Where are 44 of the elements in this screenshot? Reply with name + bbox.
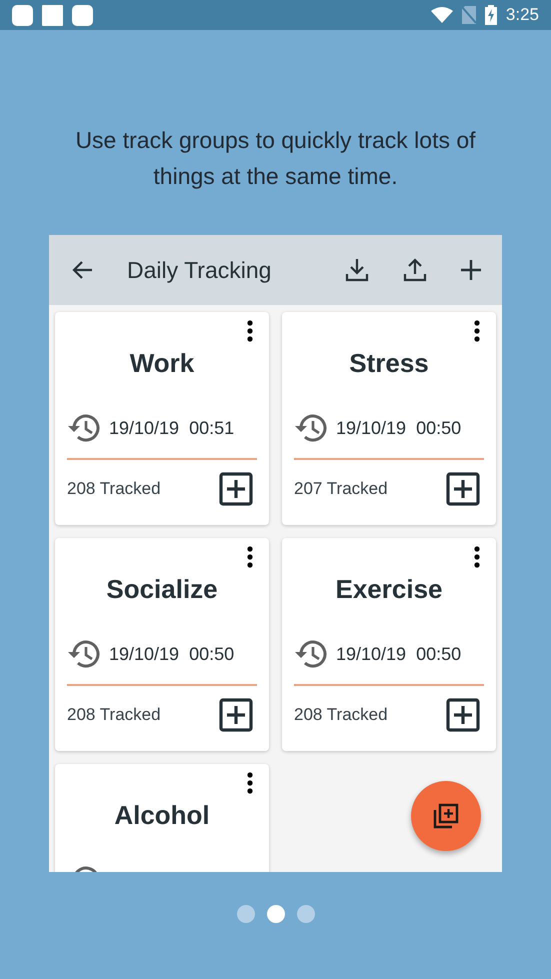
add-group-icon	[433, 803, 459, 829]
group-name: Work	[130, 348, 194, 378]
page-indicator-dot[interactable]	[296, 905, 314, 923]
tracked-count: 207 Tracked	[294, 479, 388, 499]
status-time: 3:25	[506, 5, 539, 25]
more-options-icon[interactable]	[247, 546, 253, 568]
group-card[interactable]: Work 19/10/19 00:51 208 Tracked	[55, 312, 269, 525]
tracked-count: 208 Tracked	[67, 479, 161, 499]
last-tracked-time: 19/10/19 00:51	[109, 418, 234, 438]
add-entry-icon[interactable]	[446, 472, 480, 506]
screen-title: Daily Tracking	[127, 256, 272, 284]
upload-icon[interactable]	[402, 257, 428, 283]
last-tracked-time: 19/10/19 00:50	[336, 418, 462, 438]
more-options-icon[interactable]	[474, 320, 480, 342]
add-group-button[interactable]	[411, 781, 481, 851]
group-name: Socialize	[106, 574, 218, 604]
group-card[interactable]: Stress 19/10/19 00:50 207 Tracked	[282, 312, 496, 525]
notification-icon	[42, 4, 63, 26]
caption-text: Use track groups to quickly track lots of things at the same time.	[74, 126, 477, 191]
more-options-icon[interactable]	[247, 772, 253, 794]
group-card[interactable]: Socialize 19/10/19 00:50 208 Tracked	[55, 538, 269, 751]
add-entry-icon[interactable]	[446, 698, 480, 732]
add-entry-icon[interactable]	[219, 698, 253, 732]
last-tracked-time: 19/10/19 00:50	[336, 644, 462, 664]
page-indicator-dot[interactable]	[266, 905, 284, 923]
page-indicator-dot[interactable]	[236, 905, 254, 923]
group-name: Exercise	[336, 574, 442, 604]
no-sim-icon	[462, 6, 476, 24]
notification-icon	[12, 4, 33, 26]
group-card[interactable]: Alcohol	[55, 764, 269, 872]
add-entry-icon[interactable]	[219, 472, 253, 506]
add-icon[interactable]	[460, 259, 482, 281]
wifi-icon	[430, 7, 453, 23]
group-name: Alcohol	[114, 800, 210, 830]
group-name: Stress	[349, 348, 429, 378]
tracked-count: 208 Tracked	[294, 705, 388, 725]
last-tracked-time: 19/10/19 00:50	[109, 644, 234, 664]
battery-charging-icon	[484, 5, 497, 25]
download-icon[interactable]	[344, 257, 370, 283]
more-options-icon[interactable]	[247, 320, 253, 342]
tracked-count: 208 Tracked	[67, 705, 161, 725]
notification-icon	[72, 4, 93, 26]
more-options-icon[interactable]	[474, 546, 480, 568]
group-card[interactable]: Exercise 19/10/19 00:50 208 Tracked	[282, 538, 496, 751]
